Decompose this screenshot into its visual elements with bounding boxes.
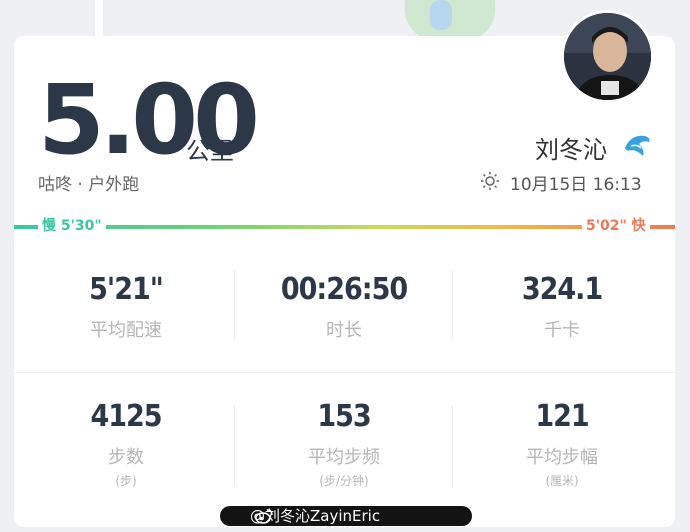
stat-steps-unit: (步)	[115, 474, 137, 488]
dolphin-icon	[625, 135, 650, 156]
stat-stride-unit: (厘米)	[545, 474, 579, 488]
run-datetime: 10月15日 16:13	[510, 175, 642, 195]
stat-steps-value: 4125	[90, 399, 162, 434]
run-type: 咕咚 · 户外跑	[38, 175, 140, 195]
stat-duration-label: 时长	[326, 320, 362, 341]
stat-stride-label: 平均步幅	[526, 447, 598, 468]
column-divider	[234, 405, 235, 485]
stat-duration-value: 00:26:50	[280, 272, 408, 307]
stat-cadence-label: 平均步频	[308, 447, 380, 468]
stat-avg-pace-value: 5'21"	[89, 272, 164, 307]
row-divider	[14, 372, 675, 373]
distance-unit: 公里	[186, 137, 234, 165]
pace-slow-label: 慢 5'30"	[38, 217, 106, 235]
stat-stride-value: 121	[535, 399, 589, 434]
weibo-icon	[255, 509, 273, 524]
stat-calories-value: 324.1	[521, 272, 603, 307]
user-name: 刘冬沁	[535, 136, 607, 164]
sun-icon	[481, 172, 499, 190]
stat-cadence-value: 153	[317, 399, 371, 434]
pace-fast-label: 5'02" 快	[582, 217, 650, 235]
stat-calories-label: 千卡	[544, 320, 580, 341]
pace-gradient-bar	[14, 225, 675, 229]
column-divider	[234, 270, 235, 340]
stat-cadence-unit: (步/分钟)	[319, 474, 369, 488]
column-divider	[452, 405, 453, 485]
stat-steps-label: 步数	[108, 447, 144, 468]
map-road	[95, 0, 103, 40]
avatar[interactable]	[561, 10, 654, 103]
map-water	[430, 0, 452, 30]
column-divider	[452, 270, 453, 340]
stat-avg-pace-label: 平均配速	[90, 320, 162, 341]
